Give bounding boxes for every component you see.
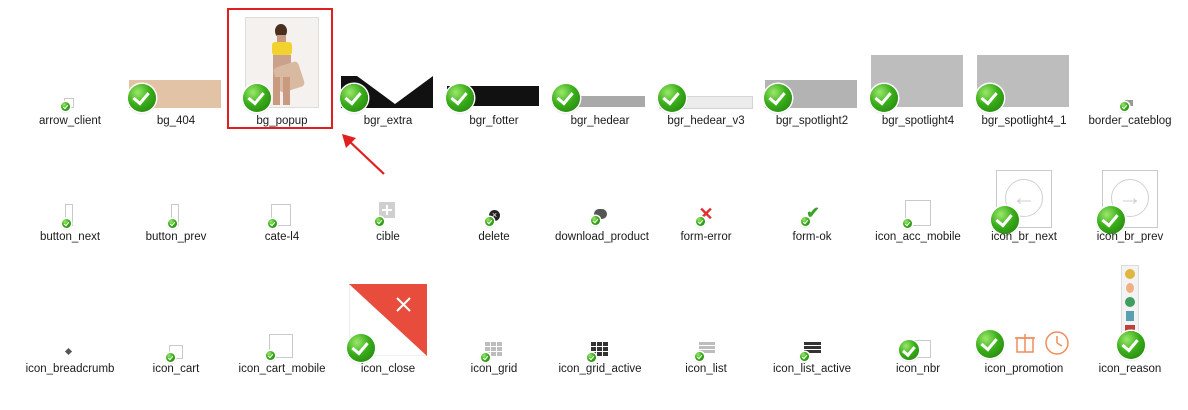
file-item[interactable]: download_product — [547, 200, 653, 270]
synced-check-icon — [61, 102, 70, 111]
file-name: icon_grid — [470, 363, 518, 375]
file-name: arrow_client — [39, 115, 101, 127]
file-name: form-ok — [792, 231, 832, 243]
file-name: cate-l4 — [264, 231, 300, 243]
file-name: icon_list_active — [773, 363, 851, 375]
file-item[interactable]: bgr_spotlight2 — [759, 60, 865, 140]
synced-check-icon — [340, 84, 368, 112]
file-item[interactable]: ✔ form-ok — [759, 200, 865, 260]
file-item[interactable]: icon_acc_mobile — [865, 200, 971, 260]
file-item[interactable]: bgr_spotlight4 — [865, 55, 971, 140]
file-name: button_next — [39, 231, 101, 243]
file-item[interactable]: button_next — [17, 200, 123, 260]
synced-check-icon — [658, 84, 686, 112]
file-item[interactable]: arrow_client — [17, 60, 123, 140]
file-name: icon_promotion — [984, 363, 1064, 375]
file-name: icon_nbr — [895, 363, 941, 375]
file-item[interactable]: button_prev — [123, 200, 229, 260]
file-item[interactable]: cible — [335, 200, 441, 260]
file-item[interactable]: icon_grid — [441, 340, 547, 380]
synced-check-icon — [446, 84, 474, 112]
synced-check-icon — [764, 84, 792, 112]
synced-check-icon — [166, 353, 175, 362]
file-name: bgr_fotter — [469, 115, 519, 127]
file-name: bgr_spotlight4 — [881, 115, 955, 127]
synced-check-icon — [976, 84, 1004, 112]
synced-check-icon — [347, 334, 375, 362]
file-name: icon_list — [685, 363, 727, 375]
file-item[interactable]: border_cateblog — [1077, 60, 1183, 140]
synced-check-icon — [1120, 102, 1129, 111]
file-item[interactable]: icon_nbr — [865, 330, 971, 380]
file-item[interactable]: icon_close — [335, 284, 441, 380]
synced-check-icon — [587, 353, 596, 362]
file-name: icon_grid_active — [558, 363, 642, 375]
file-name: bgr_spotlight2 — [775, 115, 849, 127]
file-item[interactable]: cate-l4 — [229, 200, 335, 260]
synced-check-icon — [1117, 331, 1145, 359]
file-name: icon_breadcrumb — [25, 363, 115, 375]
selection-highlight — [227, 8, 333, 129]
synced-check-icon — [801, 217, 810, 226]
synced-check-icon — [976, 330, 1004, 358]
synced-check-icon — [800, 352, 809, 361]
file-name: bgr_spotlight4_1 — [981, 115, 1067, 127]
file-item[interactable]: icon_cart_mobile — [229, 330, 335, 380]
synced-check-icon — [128, 84, 156, 112]
file-item[interactable]: icon_list_active — [759, 340, 865, 380]
breadcrumb-diamond-icon — [64, 347, 73, 356]
file-item[interactable]: icon_breadcrumb — [17, 340, 123, 380]
file-name: bgr_hedear — [570, 115, 630, 127]
file-item[interactable]: bgr_extra — [335, 60, 441, 140]
file-item[interactable]: × delete — [441, 200, 547, 260]
file-item[interactable]: → icon_br_prev — [1077, 168, 1183, 258]
file-item[interactable]: icon_grid_active — [547, 340, 653, 380]
synced-check-icon — [695, 352, 704, 361]
synced-check-icon — [899, 340, 919, 360]
file-name: icon_acc_mobile — [875, 231, 961, 243]
file-item[interactable]: icon_reason — [1077, 265, 1183, 380]
synced-check-icon — [481, 353, 490, 362]
file-item[interactable]: bgr_fotter — [441, 60, 547, 140]
file-item[interactable]: icon_promotion — [971, 320, 1077, 380]
file-explorer-view: { "colors": { "selection": "#e02020", "c… — [0, 0, 1188, 410]
synced-check-icon — [552, 84, 580, 112]
file-name: bg_404 — [156, 115, 196, 127]
file-name: icon_cart — [152, 363, 200, 375]
file-item[interactable]: ← icon_br_next — [971, 168, 1077, 258]
file-name: bgr_extra — [363, 115, 413, 127]
file-name: icon_br_prev — [1096, 231, 1164, 243]
file-item[interactable]: bg_404 — [123, 60, 229, 140]
synced-check-icon — [168, 219, 177, 228]
file-item[interactable]: bgr_hedear — [547, 60, 653, 140]
synced-check-icon — [62, 219, 71, 228]
synced-check-icon — [696, 217, 705, 226]
file-name: button_prev — [145, 231, 207, 243]
file-name: icon_close — [360, 363, 416, 375]
plus-square-icon — [379, 202, 395, 218]
file-item[interactable]: ✕ form-error — [653, 200, 759, 260]
file-name: icon_br_next — [991, 231, 1057, 243]
synced-check-icon — [266, 351, 275, 360]
synced-check-icon — [903, 219, 912, 228]
annotation-arrow — [342, 134, 385, 175]
file-name: border_cateblog — [1088, 115, 1172, 127]
synced-check-icon — [268, 219, 277, 228]
file-name: form-error — [680, 231, 732, 243]
file-item[interactable]: icon_list — [653, 340, 759, 380]
synced-check-icon — [485, 217, 494, 226]
synced-check-icon — [870, 84, 898, 112]
file-item[interactable]: bgr_spotlight4_1 — [971, 55, 1077, 140]
file-item[interactable]: icon_cart — [123, 340, 229, 380]
file-name: bgr_hedear_v3 — [667, 115, 745, 127]
file-name: icon_reason — [1098, 363, 1162, 375]
synced-check-icon — [591, 216, 600, 225]
file-name: cible — [376, 231, 400, 243]
file-item[interactable]: bgr_hedear_v3 — [653, 60, 759, 140]
file-name: icon_cart_mobile — [238, 363, 326, 375]
file-name: delete — [478, 231, 510, 243]
file-name: download_product — [555, 231, 649, 243]
synced-check-icon — [375, 217, 384, 226]
